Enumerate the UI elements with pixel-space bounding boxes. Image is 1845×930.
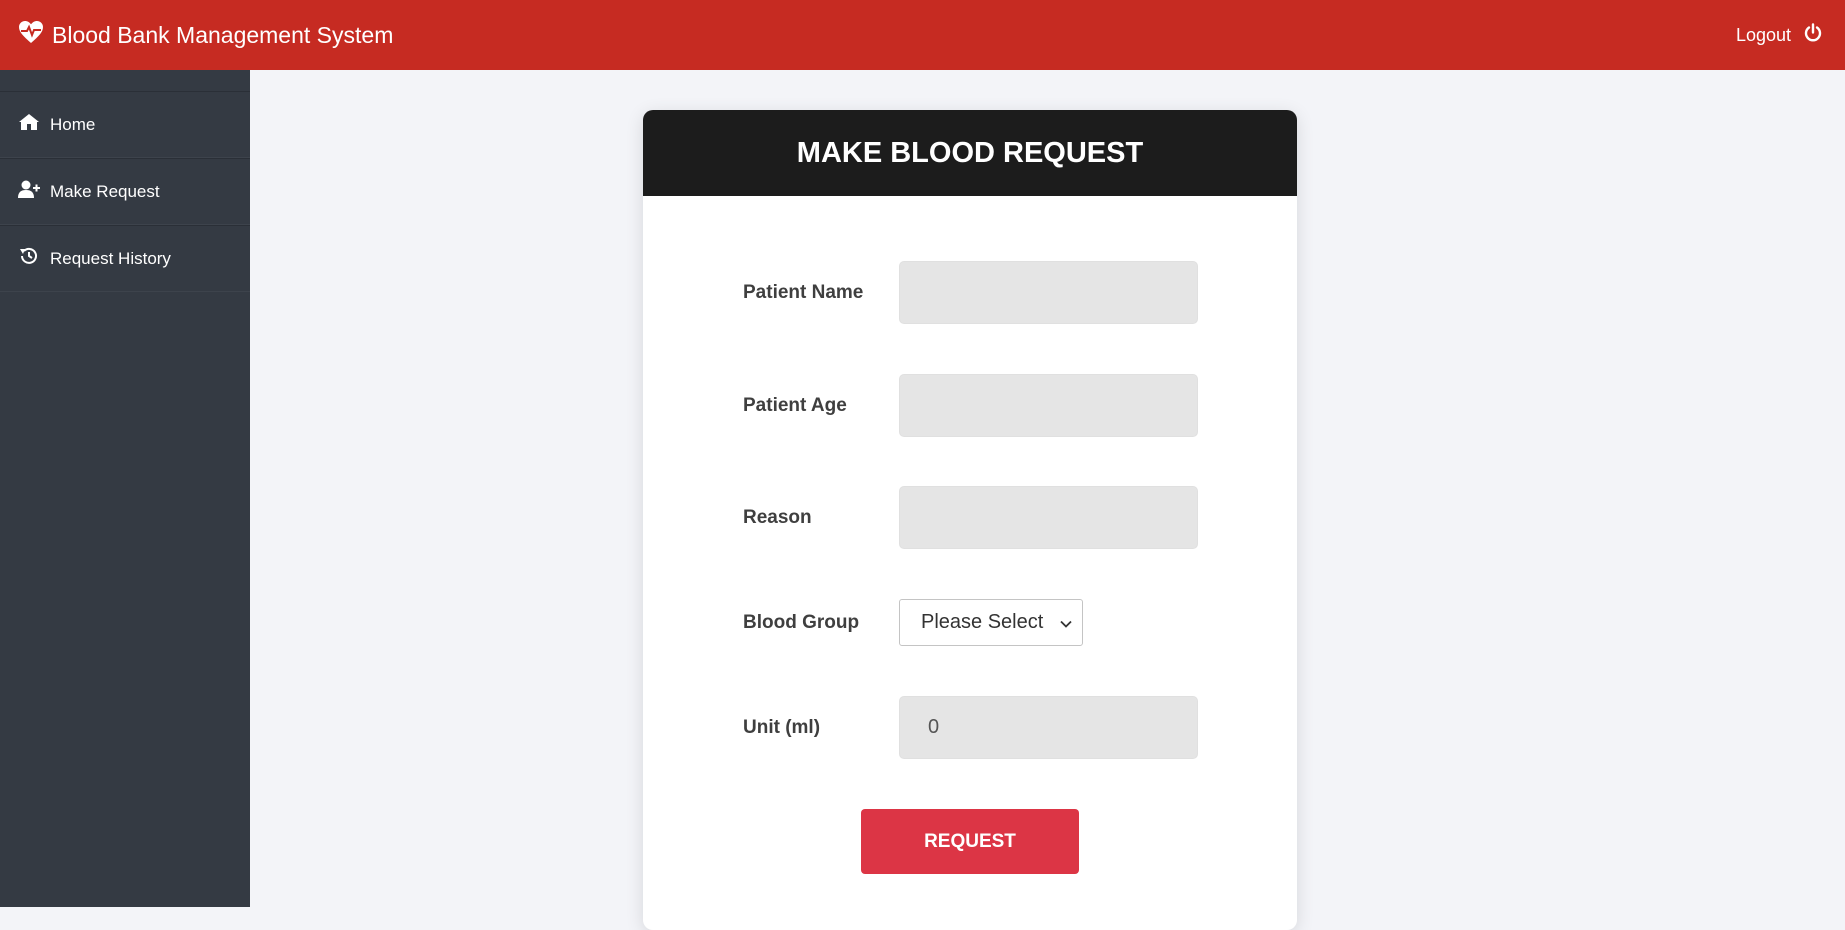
blood-group-row: Blood Group Please Select	[743, 599, 1203, 646]
sidebar-item-home[interactable]: Home	[0, 91, 250, 158]
blood-group-selected-value: Please Select	[921, 611, 1044, 633]
history-icon	[18, 246, 40, 271]
patient-name-row: Patient Name	[743, 261, 1203, 324]
user-plus-icon	[18, 179, 40, 204]
sidebar: Home Make Request Request History	[0, 70, 250, 907]
power-icon	[1803, 22, 1823, 48]
logout-button[interactable]: Logout	[1735, 22, 1823, 48]
chevron-down-icon	[1060, 611, 1072, 634]
blood-group-select[interactable]: Please Select	[899, 599, 1083, 646]
top-navbar: Blood Bank Management System Logout	[0, 0, 1845, 70]
app-title: Blood Bank Management System	[52, 21, 394, 48]
patient-name-label: Patient Name	[743, 281, 864, 303]
reason-label: Reason	[743, 506, 812, 528]
reason-row: Reason	[743, 486, 1203, 549]
patient-age-input[interactable]	[899, 374, 1198, 437]
reason-input[interactable]	[899, 486, 1198, 549]
patient-age-row: Patient Age	[743, 374, 1203, 437]
patient-age-label: Patient Age	[743, 394, 847, 416]
request-form-card: MAKE BLOOD REQUEST Patient Name Patient …	[643, 110, 1297, 930]
sidebar-item-label: Request History	[50, 248, 171, 268]
heartbeat-icon	[18, 20, 44, 50]
unit-label: Unit (ml)	[743, 716, 821, 738]
patient-name-input[interactable]	[899, 261, 1198, 324]
blood-group-label: Blood Group	[743, 611, 860, 633]
unit-row: Unit (ml)	[743, 696, 1203, 759]
sidebar-item-make-request[interactable]: Make Request	[0, 158, 250, 225]
brand[interactable]: Blood Bank Management System	[18, 20, 393, 50]
logout-label: Logout	[1735, 24, 1791, 45]
home-icon	[18, 112, 40, 137]
sidebar-item-label: Home	[50, 114, 96, 134]
sidebar-item-request-history[interactable]: Request History	[0, 225, 250, 292]
form-title: MAKE BLOOD REQUEST	[643, 110, 1297, 196]
request-button[interactable]: REQUEST	[861, 809, 1079, 874]
unit-input[interactable]	[899, 696, 1198, 759]
sidebar-item-label: Make Request	[50, 181, 160, 201]
